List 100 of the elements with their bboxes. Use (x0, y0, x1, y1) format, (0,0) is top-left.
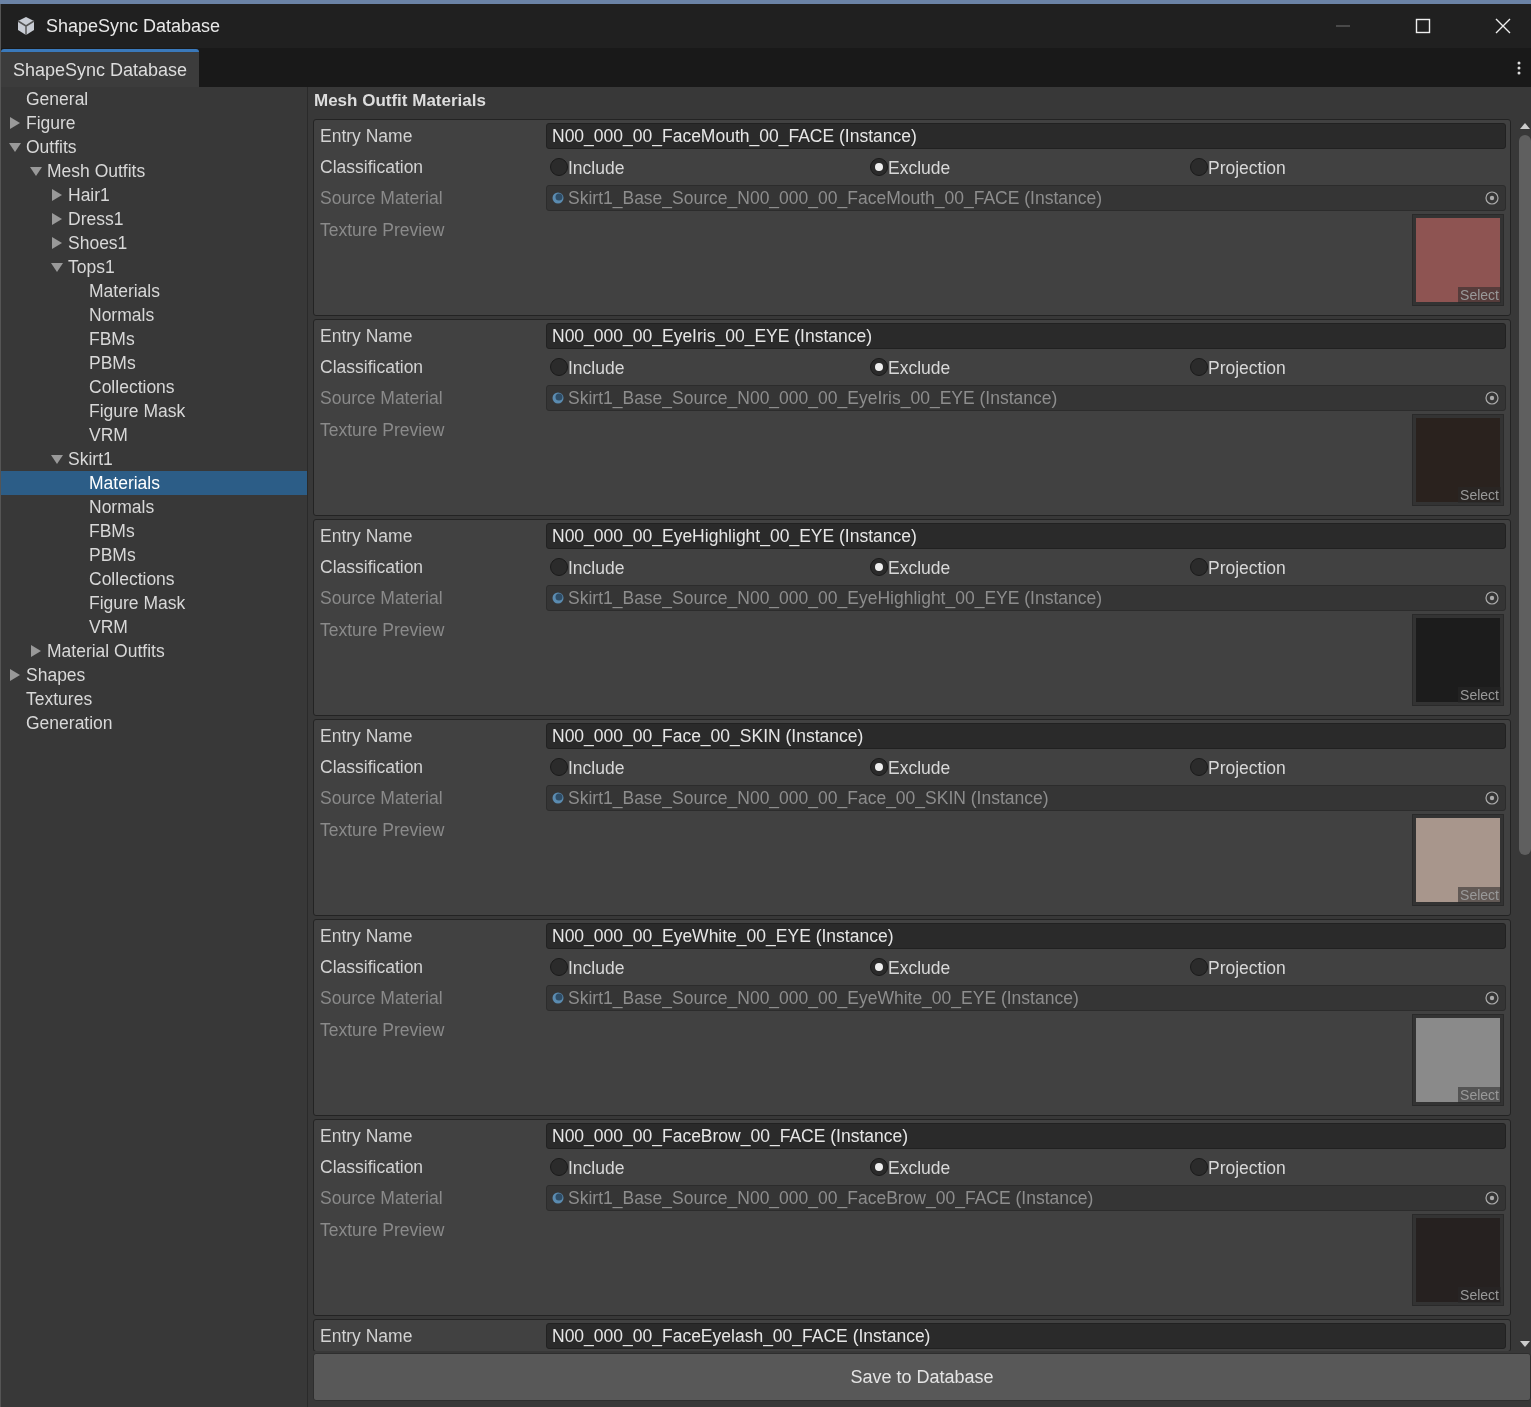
field-label: Entry Name (320, 125, 414, 147)
more-menu-icon[interactable] (1517, 59, 1521, 76)
entry-name-field[interactable]: N00_000_00_FaceMouth_00_FACE (Instance) (546, 123, 1506, 149)
source-material-field[interactable]: Skirt1_Base_Source_N00_000_00_EyeHighlight_00_EYE (Instance) (546, 585, 1506, 611)
source-material-field[interactable]: Skirt1_Base_Source_N00_000_00_EyeWhite_00_EYE (Instance) (546, 985, 1506, 1011)
collapsed-arrow-icon[interactable] (30, 645, 42, 657)
tree-item[interactable]: Materials (1, 279, 307, 303)
radio-button[interactable] (550, 358, 568, 376)
field-label: Source Material (320, 187, 444, 209)
radio-button[interactable] (870, 158, 888, 176)
collapsed-arrow-icon[interactable] (9, 117, 21, 129)
tree-item[interactable]: Dress1 (1, 207, 307, 231)
radio-label: Include (568, 758, 625, 779)
radio-button[interactable] (870, 1158, 888, 1176)
radio-button[interactable] (550, 558, 568, 576)
scrollbar-thumb[interactable] (1519, 135, 1531, 855)
radio-button[interactable] (870, 758, 888, 776)
select-button[interactable]: Select (1458, 1287, 1501, 1303)
maximize-icon[interactable] (1415, 18, 1431, 34)
tree-item[interactable]: Mesh Outfits (1, 159, 307, 183)
close-icon[interactable] (1495, 18, 1511, 34)
tree-item[interactable]: General (1, 87, 307, 111)
tree-item[interactable]: Outfits (1, 135, 307, 159)
entry-name-field[interactable]: N00_000_00_EyeHighlight_00_EYE (Instance) (546, 523, 1506, 549)
select-button[interactable]: Select (1458, 487, 1501, 503)
source-material-field[interactable]: Skirt1_Base_Source_N00_000_00_FaceMouth_00_FACE (Instance) (546, 185, 1506, 211)
radio-button[interactable] (550, 1158, 568, 1176)
scroll-down-icon[interactable] (1520, 1341, 1530, 1347)
radio-button[interactable] (1190, 358, 1208, 376)
radio-button[interactable] (550, 958, 568, 976)
tree-item[interactable]: Textures (1, 687, 307, 711)
expanded-arrow-icon[interactable] (9, 141, 21, 153)
select-button[interactable]: Select (1458, 687, 1501, 703)
tree-item[interactable]: PBMs (1, 351, 307, 375)
entry-name-field[interactable]: N00_000_00_FaceBrow_00_FACE (Instance) (546, 1123, 1506, 1149)
object-picker-icon[interactable] (1485, 1191, 1499, 1205)
expanded-arrow-icon[interactable] (30, 165, 42, 177)
radio-label: Exclude (888, 158, 951, 179)
tree-item[interactable]: Normals (1, 495, 307, 519)
tree-item[interactable]: Collections (1, 567, 307, 591)
object-picker-icon[interactable] (1485, 791, 1499, 805)
object-picker-icon[interactable] (1485, 391, 1499, 405)
entry-name-field[interactable]: N00_000_00_FaceEyelash_00_FACE (Instance) (546, 1323, 1506, 1349)
tree-item[interactable]: PBMs (1, 543, 307, 567)
radio-button[interactable] (550, 758, 568, 776)
tree-item[interactable]: Shoes1 (1, 231, 307, 255)
object-picker-icon[interactable] (1485, 591, 1499, 605)
collapsed-arrow-icon[interactable] (51, 213, 63, 225)
tab[interactable]: ShapeSync Database (1, 49, 200, 87)
radio-button[interactable] (1190, 558, 1208, 576)
source-material-field[interactable]: Skirt1_Base_Source_N00_000_00_FaceBrow_00_FACE (Instance) (546, 1185, 1506, 1211)
material-icon (552, 392, 564, 404)
tree-item[interactable]: FBMs (1, 327, 307, 351)
radio-button[interactable] (1190, 158, 1208, 176)
tree-item[interactable]: FBMs (1, 519, 307, 543)
tree-item[interactable]: VRM (1, 423, 307, 447)
radio-button[interactable] (1190, 1158, 1208, 1176)
source-material-field[interactable]: Skirt1_Base_Source_N00_000_00_Face_00_SKIN (Instance) (546, 785, 1506, 811)
scroll-up-icon[interactable] (1520, 123, 1530, 129)
object-picker-icon[interactable] (1485, 191, 1499, 205)
tree-item[interactable]: Figure (1, 111, 307, 135)
tree-item[interactable]: Generation (1, 711, 307, 735)
object-picker-icon[interactable] (1485, 991, 1499, 1005)
tree-item[interactable]: Normals (1, 303, 307, 327)
tree-item[interactable]: Hair1 (1, 183, 307, 207)
radio-button[interactable] (1190, 758, 1208, 776)
select-button[interactable]: Select (1458, 287, 1501, 303)
radio-label: Projection (1208, 158, 1286, 179)
radio-button[interactable] (870, 958, 888, 976)
tree-item[interactable]: Material Outfits (1, 639, 307, 663)
material-icon (552, 792, 564, 804)
field-label: Texture Preview (320, 819, 446, 841)
radio-button[interactable] (870, 558, 888, 576)
save-button[interactable]: Save to Database (313, 1353, 1531, 1401)
expanded-arrow-icon[interactable] (51, 261, 63, 273)
source-material-value: Skirt1_Base_Source_N00_000_00_EyeHighlight_00_EYE (Instance) (568, 587, 1104, 609)
radio-button[interactable] (1190, 958, 1208, 976)
tree-item[interactable]: Collections (1, 375, 307, 399)
radio-label: Include (568, 558, 625, 579)
tree-item[interactable]: VRM (1, 615, 307, 639)
entry-name-field[interactable]: N00_000_00_EyeWhite_00_EYE (Instance) (546, 923, 1506, 949)
field-label: Texture Preview (320, 1019, 446, 1041)
collapsed-arrow-icon[interactable] (9, 669, 21, 681)
material-icon (552, 192, 564, 204)
entry-name-field[interactable]: N00_000_00_EyeIris_00_EYE (Instance) (546, 323, 1506, 349)
radio-button[interactable] (870, 358, 888, 376)
tree-item[interactable]: Materials (1, 471, 307, 495)
collapsed-arrow-icon[interactable] (51, 237, 63, 249)
tree-item[interactable]: Tops1 (1, 255, 307, 279)
entry-name-field[interactable]: N00_000_00_Face_00_SKIN (Instance) (546, 723, 1506, 749)
source-material-field[interactable]: Skirt1_Base_Source_N00_000_00_EyeIris_00_EYE (Instance) (546, 385, 1506, 411)
tree-item[interactable]: Shapes (1, 663, 307, 687)
tree-item[interactable]: Figure Mask (1, 399, 307, 423)
expanded-arrow-icon[interactable] (51, 453, 63, 465)
radio-label: Projection (1208, 758, 1286, 779)
field-label: Classification (320, 956, 425, 978)
radio-button[interactable] (550, 158, 568, 176)
tree-item[interactable]: Skirt1 (1, 447, 307, 471)
collapsed-arrow-icon[interactable] (51, 189, 63, 201)
tree-item[interactable]: Figure Mask (1, 591, 307, 615)
